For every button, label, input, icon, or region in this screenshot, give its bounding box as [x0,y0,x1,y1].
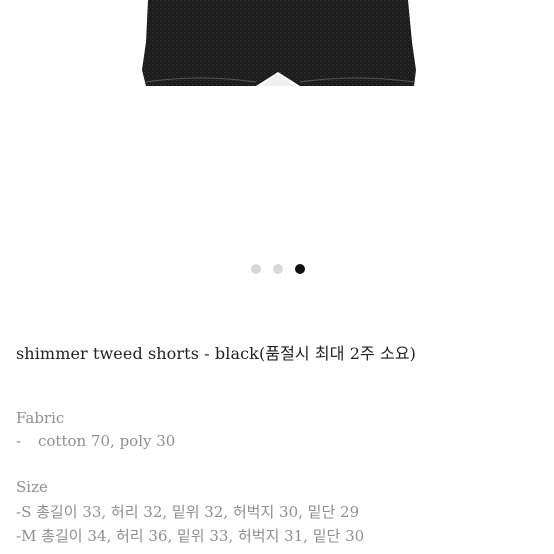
size-line-m: -M 총길이 34, 허리 36, 밑위 33, 허벅지 31, 밑단 30 [16,527,365,545]
product-title: shimmer tweed shorts - black(품절시 최대 2주 소… [16,344,417,363]
size-line-s: -S 총길이 33, 허리 32, 밑위 32, 허벅지 30, 밑단 29 [16,503,360,521]
carousel-dot-1[interactable] [251,264,261,274]
product-detail-page: shimmer tweed shorts - black(품절시 최대 2주 소… [0,0,554,554]
carousel-dot-2[interactable] [273,264,283,274]
fabric-value-line: - cotton 70, poly 30 [16,432,175,450]
shorts-photo [142,0,416,86]
shorts-body [142,0,416,86]
fabric-bullet: - [16,432,22,450]
product-image[interactable] [0,0,554,250]
carousel-dot-3[interactable] [295,264,305,274]
carousel-indicator [0,264,554,276]
fabric-label: Fabric [16,409,65,427]
fabric-value: cotton 70, poly 30 [38,432,176,450]
size-label: Size [16,478,48,496]
